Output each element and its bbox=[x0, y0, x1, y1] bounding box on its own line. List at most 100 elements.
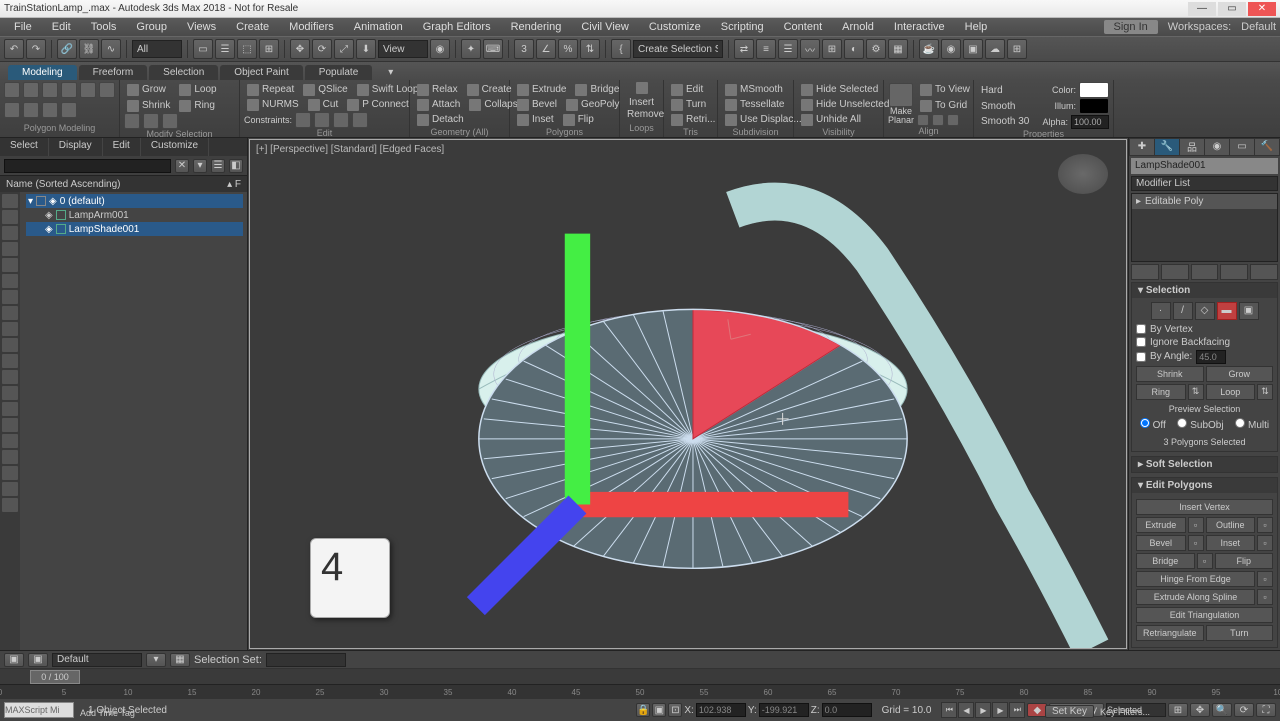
filter-helper-icon[interactable] bbox=[2, 258, 18, 272]
filter-hidden-icon[interactable] bbox=[2, 354, 18, 368]
scene-header[interactable]: Name (Sorted Ascending)▴ F bbox=[0, 176, 247, 192]
sort-icon[interactable]: ☰ bbox=[211, 159, 225, 173]
cut-button[interactable]: Cut bbox=[305, 97, 342, 112]
menu-interactive[interactable]: Interactive bbox=[884, 21, 955, 33]
link-button[interactable]: 🔗 bbox=[57, 39, 77, 59]
alpha-spinner[interactable] bbox=[1071, 115, 1109, 129]
sel-ring-button[interactable]: Ring bbox=[1136, 384, 1186, 400]
selset-input[interactable] bbox=[266, 653, 346, 667]
ep-outline-button[interactable]: Outline bbox=[1206, 517, 1256, 533]
render-iterative-button[interactable]: ◉ bbox=[941, 39, 961, 59]
cmd-tab-motion[interactable]: ◉ bbox=[1205, 139, 1229, 155]
workspace-value[interactable]: Default bbox=[1241, 21, 1276, 33]
attach-button[interactable]: Attach bbox=[414, 97, 463, 112]
bevel-button[interactable]: Bevel bbox=[514, 97, 560, 112]
usedisp-button[interactable]: Use Displac... bbox=[722, 112, 805, 127]
menu-tools[interactable]: Tools bbox=[81, 21, 127, 33]
filter-light-icon[interactable] bbox=[2, 226, 18, 240]
sel-loop-spinner[interactable]: ⇅ bbox=[1257, 384, 1273, 400]
subobj-vertex-button[interactable]: · bbox=[1151, 302, 1171, 320]
percent-snap-button[interactable]: % bbox=[558, 39, 578, 59]
placement-button[interactable]: ⬇ bbox=[356, 39, 376, 59]
menu-rendering[interactable]: Rendering bbox=[501, 21, 572, 33]
detach-button[interactable]: Detach bbox=[414, 112, 467, 127]
preview-off-radio[interactable] bbox=[1140, 418, 1150, 428]
menu-edit[interactable]: Edit bbox=[42, 21, 81, 33]
filter-invert-icon[interactable] bbox=[2, 418, 18, 432]
menu-scripting[interactable]: Scripting bbox=[711, 21, 774, 33]
remove-button[interactable]: Remove bbox=[624, 108, 659, 122]
filter-icon[interactable]: ▾ bbox=[193, 159, 207, 173]
ep-bevel-settings[interactable]: ▫ bbox=[1188, 535, 1204, 551]
layer-btn2[interactable]: ▣ bbox=[28, 653, 48, 667]
ribbon-tab-freeform[interactable]: Freeform bbox=[79, 65, 148, 80]
layer-isolate-icon[interactable]: ▦ bbox=[170, 653, 190, 667]
minimize-button[interactable]: — bbox=[1188, 2, 1216, 16]
filter-collapse-icon[interactable] bbox=[2, 498, 18, 512]
render-gallery-button[interactable]: ⊞ bbox=[1007, 39, 1027, 59]
pconnect-button[interactable]: P Connect bbox=[344, 97, 412, 112]
refcoord-dropdown[interactable] bbox=[378, 40, 428, 58]
constraint-none-icon[interactable] bbox=[295, 112, 311, 128]
render-arnold-button[interactable]: ▣ bbox=[963, 39, 983, 59]
modifier-stack[interactable]: ▸Editable Poly bbox=[1131, 193, 1278, 262]
filter-shape-icon[interactable] bbox=[2, 210, 18, 224]
scale-button[interactable]: ⤢ bbox=[334, 39, 354, 59]
create-button[interactable]: Create bbox=[464, 82, 515, 97]
modifier-editable-poly[interactable]: Editable Poly bbox=[1145, 196, 1203, 207]
render-frame-button[interactable]: ▦ bbox=[888, 39, 908, 59]
filter-lock-icon[interactable] bbox=[2, 450, 18, 464]
sel-grow-button[interactable]: Grow bbox=[1206, 366, 1274, 382]
nurms-button[interactable]: NURMS bbox=[244, 97, 302, 112]
filter-frozen-icon[interactable] bbox=[2, 370, 18, 384]
align-button[interactable]: ≡ bbox=[756, 39, 776, 59]
keyboard-button[interactable]: ⌨ bbox=[483, 39, 503, 59]
preview-multi-radio[interactable] bbox=[1235, 418, 1245, 428]
subobj-border-button[interactable]: ◇ bbox=[1195, 302, 1215, 320]
subobj-vertex-icon[interactable] bbox=[23, 82, 39, 98]
backface-icon[interactable] bbox=[42, 102, 58, 118]
close-button[interactable]: ✕ bbox=[1248, 2, 1276, 16]
maxscript-input[interactable] bbox=[4, 702, 74, 718]
scene-search-input[interactable] bbox=[4, 159, 171, 173]
scene-tab-customize[interactable]: Customize bbox=[141, 138, 209, 156]
move-button[interactable]: ✥ bbox=[290, 39, 310, 59]
subobj-border-icon[interactable] bbox=[61, 82, 77, 98]
schematic-button[interactable]: ⊞ bbox=[822, 39, 842, 59]
filter-geom-icon[interactable] bbox=[2, 194, 18, 208]
layer-name-input[interactable] bbox=[52, 653, 142, 667]
hidesel-button[interactable]: Hide Selected bbox=[798, 82, 881, 97]
viewport[interactable]: [+] [Perspective] [Standard] [Edged Face… bbox=[249, 139, 1127, 649]
insertvert-button[interactable]: Insert Vertex bbox=[1136, 499, 1273, 515]
ribbon-tab-populate[interactable]: Populate bbox=[305, 65, 372, 80]
menu-modifiers[interactable]: Modifiers bbox=[279, 21, 344, 33]
ep-hinge-settings[interactable]: ▫ bbox=[1257, 571, 1273, 587]
illum-swatch[interactable] bbox=[1079, 98, 1109, 114]
named-selection[interactable] bbox=[633, 40, 723, 58]
mirror-button[interactable]: ⇄ bbox=[734, 39, 754, 59]
hideunsel-button[interactable]: Hide Unselected bbox=[798, 97, 892, 112]
menu-create[interactable]: Create bbox=[226, 21, 279, 33]
rotate-button[interactable]: ⟳ bbox=[312, 39, 332, 59]
subobj-element-button[interactable]: ▣ bbox=[1239, 302, 1259, 320]
ep-turn-button[interactable]: Turn bbox=[1206, 625, 1274, 641]
stack-unique-icon[interactable] bbox=[1191, 264, 1219, 280]
ignore-icon[interactable] bbox=[23, 102, 39, 118]
menu-views[interactable]: Views bbox=[177, 21, 226, 33]
subobj-polygon-button[interactable]: ▬ bbox=[1217, 302, 1237, 320]
loop-button[interactable]: Loop bbox=[176, 82, 219, 97]
cmd-tab-utilities[interactable]: 🔨 bbox=[1255, 139, 1279, 155]
filter-expand-icon[interactable] bbox=[2, 482, 18, 496]
stack-config-icon[interactable] bbox=[1250, 264, 1278, 280]
layer-btn1[interactable]: ▣ bbox=[4, 653, 24, 667]
manipulate-button[interactable]: ✦ bbox=[461, 39, 481, 59]
ep-retri-button[interactable]: Retriangulate bbox=[1136, 625, 1204, 641]
render-cloud-button[interactable]: ☁ bbox=[985, 39, 1005, 59]
ep-edittri-button[interactable]: Edit Triangulation bbox=[1136, 607, 1273, 623]
menu-file[interactable]: File bbox=[4, 21, 42, 33]
filter-cam-icon[interactable] bbox=[2, 242, 18, 256]
bridge-button[interactable]: Bridge bbox=[572, 82, 622, 97]
layers-button[interactable]: ☰ bbox=[778, 39, 798, 59]
ribbon-group-modifysel[interactable]: Modify Selection bbox=[124, 129, 235, 138]
insert-button[interactable]: Insert bbox=[624, 82, 659, 108]
